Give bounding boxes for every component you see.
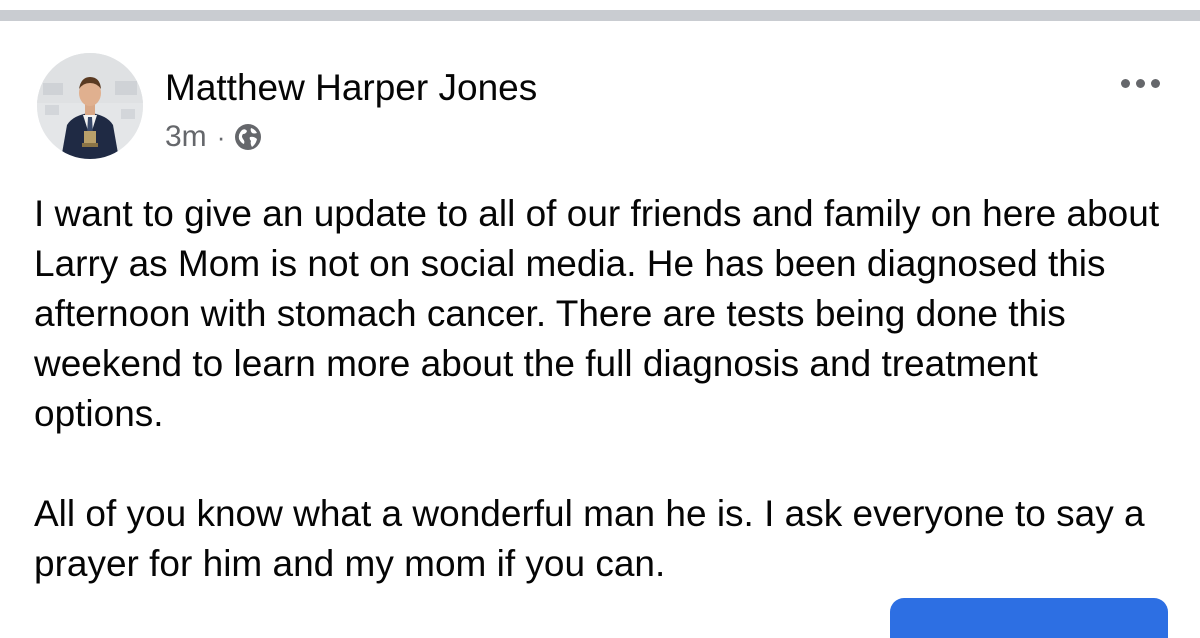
globe-icon[interactable] <box>233 122 263 152</box>
more-horizontal-icon <box>1120 78 1130 88</box>
meta-separator: · <box>216 121 226 152</box>
post-timestamp[interactable]: 3m <box>165 120 207 154</box>
author-name[interactable]: Matthew Harper Jones <box>165 66 537 110</box>
post-body: I want to give an update to all of our f… <box>34 189 1174 589</box>
avatar[interactable] <box>37 53 143 159</box>
post-meta: 3m · <box>165 119 263 155</box>
post-paragraph: All of you know what a wonderful man he … <box>34 493 1145 584</box>
post-card: Matthew Harper Jones 3m · I want to give… <box>0 21 1200 638</box>
feed-divider <box>0 10 1200 21</box>
avatar-photo <box>37 53 143 159</box>
more-options-button[interactable] <box>1110 71 1170 95</box>
action-button[interactable] <box>890 598 1168 638</box>
post-paragraph: I want to give an update to all of our f… <box>34 193 1160 434</box>
